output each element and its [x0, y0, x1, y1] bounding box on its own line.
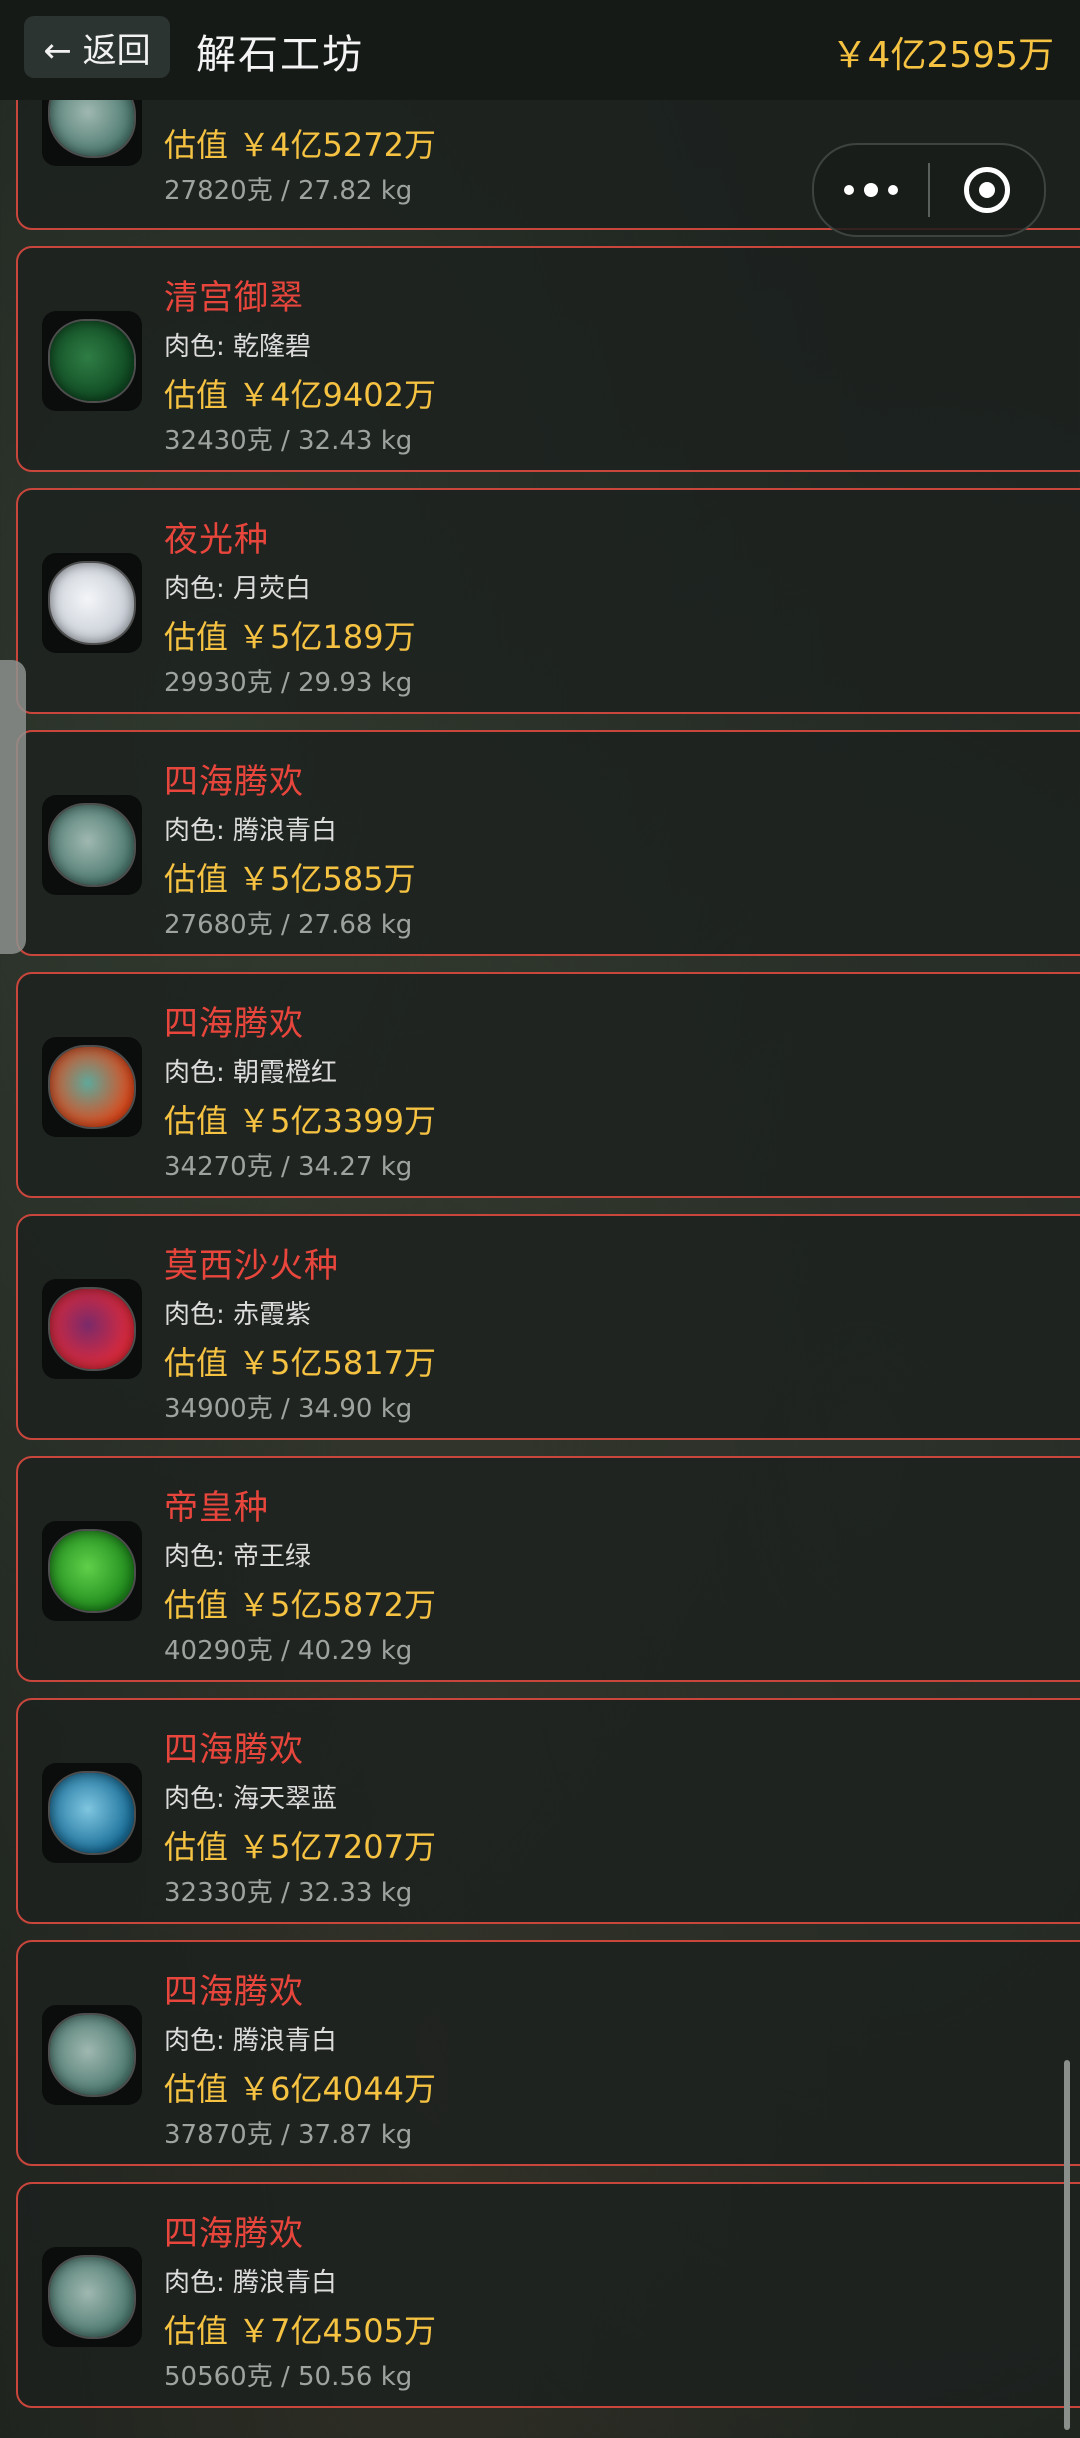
back-button[interactable]: ← 返回: [24, 16, 170, 78]
scrollbar[interactable]: [1064, 2060, 1070, 2430]
jade-name: 四海腾欢: [164, 1972, 304, 2012]
jade-value: 估值 ￥5亿7207万: [164, 1828, 436, 1866]
jade-value: 估值 ￥5亿3399万: [164, 1102, 436, 1140]
jade-flesh-color: 肉色: 乾隆碧: [164, 332, 312, 362]
jade-item-card[interactable]: 帝皇种肉色: 帝王绿估值 ￥5亿5872万 40290克 / 40.29 kg: [16, 1456, 1080, 1682]
jade-item-card[interactable]: 夜光种肉色: 月荧白估值 ￥5亿189万 29930克 / 29.93 kg: [16, 488, 1080, 714]
jade-value: 估值 ￥5亿585万: [164, 860, 416, 898]
jade-name: 四海腾欢: [164, 1004, 304, 1044]
jade-weight: 37870克 / 37.87 kg: [164, 2120, 413, 2150]
jade-name: 四海腾欢: [164, 2214, 304, 2254]
jade-stone-image: [50, 1289, 134, 1369]
jade-thumbnail: [42, 1279, 142, 1379]
jade-item-card[interactable]: 四海腾欢肉色: 腾浪青白估值 ￥7亿4505万 50560克 / 50.56 kg: [16, 2182, 1080, 2408]
jade-flesh-color: 肉色: 腾浪青白: [164, 816, 338, 846]
jade-flesh-color: 肉色: 赤霞紫: [164, 1300, 312, 1330]
jade-thumbnail: [42, 1763, 142, 1863]
jade-flesh-color: 肉色: 朝霞橙红: [164, 1058, 338, 1088]
jade-value: 估值 ￥5亿5817万: [164, 1344, 436, 1382]
more-dots-icon[interactable]: [814, 145, 928, 235]
jade-weight: 34900克 / 34.90 kg: [164, 1394, 413, 1424]
jade-thumbnail: [42, 795, 142, 895]
jade-weight: 27820克 / 27.82 kg: [164, 176, 413, 206]
jade-value: 估值 ￥5亿189万: [164, 618, 416, 656]
jade-name: 清宫御翠: [164, 278, 304, 318]
jade-weight: 32330克 / 32.33 kg: [164, 1878, 413, 1908]
mini-program-capsule: [812, 143, 1046, 237]
top-header: ← 返回 解石工坊 ￥4亿2595万: [0, 0, 1080, 100]
jade-stone-image: [50, 563, 134, 643]
jade-value: 估值 ￥6亿4044万: [164, 2070, 436, 2108]
jade-weight: 27680克 / 27.68 kg: [164, 910, 413, 940]
jade-stone-image: [50, 2015, 134, 2095]
jade-stone-image: [50, 1773, 134, 1853]
jade-thumbnail: [42, 1037, 142, 1137]
jade-flesh-color: 肉色: 海天翠蓝: [164, 1784, 338, 1814]
jade-flesh-color: 肉色: 月荧白: [164, 574, 312, 604]
jade-name: 夜光种: [164, 520, 269, 560]
jade-thumbnail: [42, 2005, 142, 2105]
page-title: 解石工坊: [196, 32, 364, 78]
jade-thumbnail: [42, 311, 142, 411]
jade-weight: 50560克 / 50.56 kg: [164, 2362, 413, 2392]
jade-stone-image: [50, 1531, 134, 1611]
balance-display: ￥4亿2595万: [831, 35, 1054, 76]
jade-item-card[interactable]: 四海腾欢肉色: 海天翠蓝估值 ￥5亿7207万 32330克 / 32.33 kg: [16, 1698, 1080, 1924]
jade-name: 四海腾欢: [164, 1730, 304, 1770]
jade-stone-image: [50, 805, 134, 885]
side-drawer-handle[interactable]: [0, 660, 26, 954]
jade-value: 估值 ￥5亿5872万: [164, 1586, 436, 1624]
jade-item-card[interactable]: 莫西沙火种肉色: 赤霞紫估值 ￥5亿5817万 34900克 / 34.90 kg: [16, 1214, 1080, 1440]
jade-name: 莫西沙火种: [164, 1246, 339, 1286]
jade-thumbnail: [42, 1521, 142, 1621]
jade-stone-image: [50, 1047, 134, 1127]
jade-value: 估值 ￥4亿9402万: [164, 376, 436, 414]
jade-weight: 40290克 / 40.29 kg: [164, 1636, 413, 1666]
jade-flesh-color: 肉色: 腾浪青白: [164, 2268, 338, 2298]
target-circle-icon[interactable]: [930, 145, 1044, 235]
jade-flesh-color: 肉色: 帝王绿: [164, 1542, 312, 1572]
jade-thumbnail: [42, 2247, 142, 2347]
jade-weight: 34270克 / 34.27 kg: [164, 1152, 413, 1182]
jade-value: 估值 ￥7亿4505万: [164, 2312, 436, 2350]
jade-weight: 32430克 / 32.43 kg: [164, 426, 413, 456]
jade-name: 帝皇种: [164, 1488, 269, 1528]
jade-flesh-color: 肉色: 腾浪青白: [164, 2026, 338, 2056]
jade-item-card[interactable]: 四海腾欢肉色: 腾浪青白估值 ￥5亿585万 27680克 / 27.68 kg: [16, 730, 1080, 956]
jade-value: 估值 ￥4亿5272万: [164, 126, 436, 164]
jade-stone-image: [50, 2257, 134, 2337]
jade-item-card[interactable]: 四海腾欢肉色: 朝霞橙红估值 ￥5亿3399万 34270克 / 34.27 kg: [16, 972, 1080, 1198]
jade-item-card[interactable]: 四海腾欢肉色: 腾浪青白估值 ￥6亿4044万 37870克 / 37.87 kg: [16, 1940, 1080, 2166]
jade-name: 四海腾欢: [164, 762, 304, 802]
jade-stone-image: [50, 321, 134, 401]
jade-weight: 29930克 / 29.93 kg: [164, 668, 413, 698]
jade-item-card[interactable]: 清宫御翠肉色: 乾隆碧估值 ￥4亿9402万 32430克 / 32.43 kg: [16, 246, 1080, 472]
jade-thumbnail: [42, 553, 142, 653]
